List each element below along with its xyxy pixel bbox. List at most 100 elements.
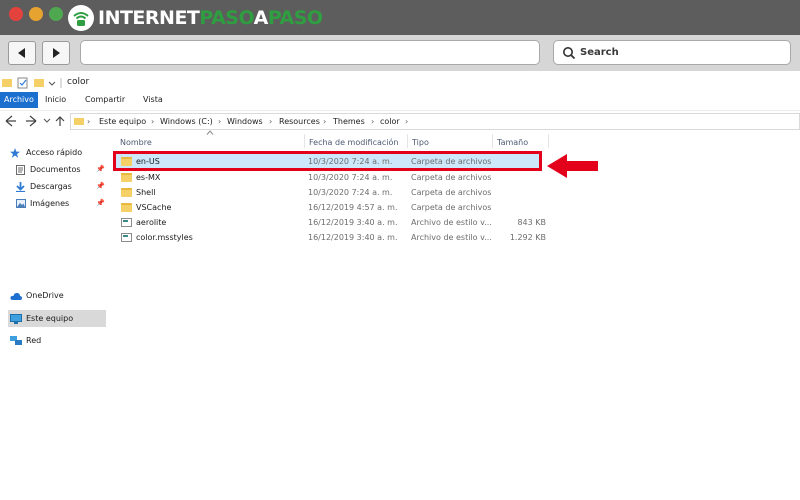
breadcrumb-windows-c[interactable]: Windows (C:) bbox=[160, 117, 213, 126]
column-divider[interactable] bbox=[548, 134, 549, 148]
search-input[interactable]: Search bbox=[553, 40, 791, 65]
file-name: color.msstyles bbox=[136, 233, 193, 242]
back-arrow-icon[interactable] bbox=[5, 115, 16, 127]
pin-icon[interactable]: 📌 bbox=[96, 182, 105, 190]
file-row-vscache[interactable]: VSCache 16/12/2019 4:57 a. m. Carpeta de… bbox=[116, 200, 540, 215]
quick-access-toolbar-icons[interactable] bbox=[2, 77, 62, 89]
address-row: › Este equipo › Windows (C:) › Windows ›… bbox=[0, 110, 800, 130]
computer-icon bbox=[10, 314, 22, 324]
sidebar-item-imagenes[interactable]: Imágenes 📌 bbox=[14, 196, 108, 212]
sidebar-item-label: Acceso rápido bbox=[26, 148, 83, 157]
column-divider[interactable] bbox=[304, 134, 305, 148]
file-size: 1.292 KB bbox=[509, 233, 546, 242]
folder-icon bbox=[74, 118, 84, 125]
file-date: 16/12/2019 4:57 a. m. bbox=[308, 203, 398, 212]
column-divider[interactable] bbox=[407, 134, 408, 148]
theme-file-icon bbox=[121, 218, 132, 227]
minimize-window-button[interactable] bbox=[29, 7, 43, 21]
star-icon bbox=[10, 148, 20, 158]
column-header-fecha[interactable]: Fecha de modificación bbox=[309, 138, 398, 147]
sidebar-item-este-equipo[interactable]: Este equipo bbox=[8, 310, 106, 327]
breadcrumb-windows[interactable]: Windows bbox=[227, 117, 263, 126]
pin-icon[interactable]: 📌 bbox=[96, 199, 105, 207]
back-arrow-icon bbox=[18, 48, 25, 58]
forward-button[interactable] bbox=[42, 41, 70, 65]
search-label: Search bbox=[580, 47, 619, 58]
column-header-tipo[interactable]: Tipo bbox=[412, 138, 429, 147]
crumb-separator: › bbox=[151, 117, 155, 126]
back-button[interactable] bbox=[8, 41, 36, 65]
folder-icon bbox=[121, 203, 132, 212]
breadcrumb-este-equipo[interactable]: Este equipo bbox=[99, 117, 146, 126]
breadcrumb-resources[interactable]: Resources bbox=[279, 117, 320, 126]
file-date: 10/3/2020 7:24 a. m. bbox=[308, 173, 393, 182]
file-row-aerolite[interactable]: aerolite 16/12/2019 3:40 a. m. Archivo d… bbox=[116, 215, 546, 230]
sidebar-item-label: OneDrive bbox=[26, 291, 64, 300]
annotation-highlight-box bbox=[113, 151, 542, 171]
sidebar-item-red[interactable]: Red bbox=[8, 333, 106, 349]
url-input[interactable] bbox=[80, 40, 540, 65]
file-type: Archivo de estilo v... bbox=[411, 233, 492, 242]
nav-arrows bbox=[5, 115, 65, 127]
crumb-separator: › bbox=[87, 117, 91, 126]
sidebar-item-descargas[interactable]: Descargas 📌 bbox=[14, 179, 108, 195]
explorer-titlebar: color bbox=[0, 73, 800, 92]
browser-titlebar: INTERNETPASOAPASO bbox=[0, 0, 800, 35]
file-name: aerolite bbox=[136, 218, 167, 227]
sidebar-item-label: Imágenes bbox=[30, 199, 70, 208]
downloads-icon bbox=[16, 182, 25, 192]
sidebar-item-label: Red bbox=[26, 336, 42, 345]
documents-icon bbox=[16, 165, 25, 175]
file-row-shell[interactable]: Shell 10/3/2020 7:24 a. m. Carpeta de ar… bbox=[116, 185, 540, 200]
column-header-tamano[interactable]: Tamaño bbox=[497, 138, 528, 147]
folder-icon bbox=[121, 173, 132, 182]
sort-ascending-icon bbox=[206, 130, 214, 135]
folder-icon bbox=[121, 188, 132, 197]
up-arrow-icon[interactable] bbox=[55, 116, 65, 126]
zoom-window-button[interactable] bbox=[49, 7, 63, 21]
crumb-separator: › bbox=[218, 117, 222, 126]
recent-locations-chevron-icon[interactable] bbox=[43, 118, 51, 123]
breadcrumb-themes[interactable]: Themes bbox=[333, 117, 365, 126]
network-icon bbox=[10, 336, 22, 345]
forward-arrow-icon bbox=[53, 48, 60, 58]
file-row-color-msstyles[interactable]: color.msstyles 16/12/2019 3:40 a. m. Arc… bbox=[116, 230, 546, 245]
file-date: 16/12/2019 3:40 a. m. bbox=[308, 233, 398, 242]
file-type: Carpeta de archivos bbox=[411, 203, 492, 212]
file-date: 10/3/2020 7:24 a. m. bbox=[308, 188, 393, 197]
crumb-separator: › bbox=[269, 117, 273, 126]
cloud-icon bbox=[10, 292, 22, 300]
window-title: color bbox=[67, 77, 90, 87]
tab-vista[interactable]: Vista bbox=[143, 95, 163, 104]
ribbon-tabs: Archivo Inicio Compartir Vista bbox=[0, 92, 800, 108]
sidebar-item-label: Documentos bbox=[30, 165, 81, 174]
column-header-nombre[interactable]: Nombre bbox=[120, 138, 152, 147]
browser-toolbar: Search bbox=[0, 35, 800, 71]
file-size: 843 KB bbox=[517, 218, 546, 227]
sidebar-item-label: Descargas bbox=[30, 182, 72, 191]
file-name: Shell bbox=[136, 188, 156, 197]
file-type: Carpeta de archivos bbox=[411, 188, 492, 197]
tab-inicio[interactable]: Inicio bbox=[45, 95, 66, 104]
sidebar-item-onedrive[interactable]: OneDrive bbox=[8, 288, 106, 304]
file-row-es-mx[interactable]: es-MX 10/3/2020 7:24 a. m. Carpeta de ar… bbox=[116, 170, 540, 185]
breadcrumb-color[interactable]: color bbox=[380, 117, 400, 126]
pin-icon[interactable]: 📌 bbox=[96, 165, 105, 173]
address-bar[interactable]: › Este equipo › Windows (C:) › Windows ›… bbox=[70, 113, 800, 130]
sidebar-item-documentos[interactable]: Documentos 📌 bbox=[14, 162, 108, 178]
sidebar-item-acceso-rapido[interactable]: Acceso rápido bbox=[8, 145, 108, 161]
file-name: es-MX bbox=[136, 173, 161, 182]
crumb-separator: › bbox=[405, 117, 409, 126]
forward-arrow-icon[interactable] bbox=[26, 115, 37, 127]
close-window-button[interactable] bbox=[9, 7, 23, 21]
search-icon bbox=[563, 47, 576, 60]
file-type: Archivo de estilo v... bbox=[411, 218, 492, 227]
wifi-thumbs-up-icon bbox=[68, 5, 94, 31]
tab-archivo[interactable]: Archivo bbox=[0, 92, 38, 108]
file-type: Carpeta de archivos bbox=[411, 173, 492, 182]
sidebar-item-label: Este equipo bbox=[26, 314, 74, 323]
column-divider[interactable] bbox=[492, 134, 493, 148]
annotation-arrow-icon bbox=[547, 154, 598, 178]
crumb-separator: › bbox=[323, 117, 327, 126]
tab-compartir[interactable]: Compartir bbox=[85, 95, 125, 104]
